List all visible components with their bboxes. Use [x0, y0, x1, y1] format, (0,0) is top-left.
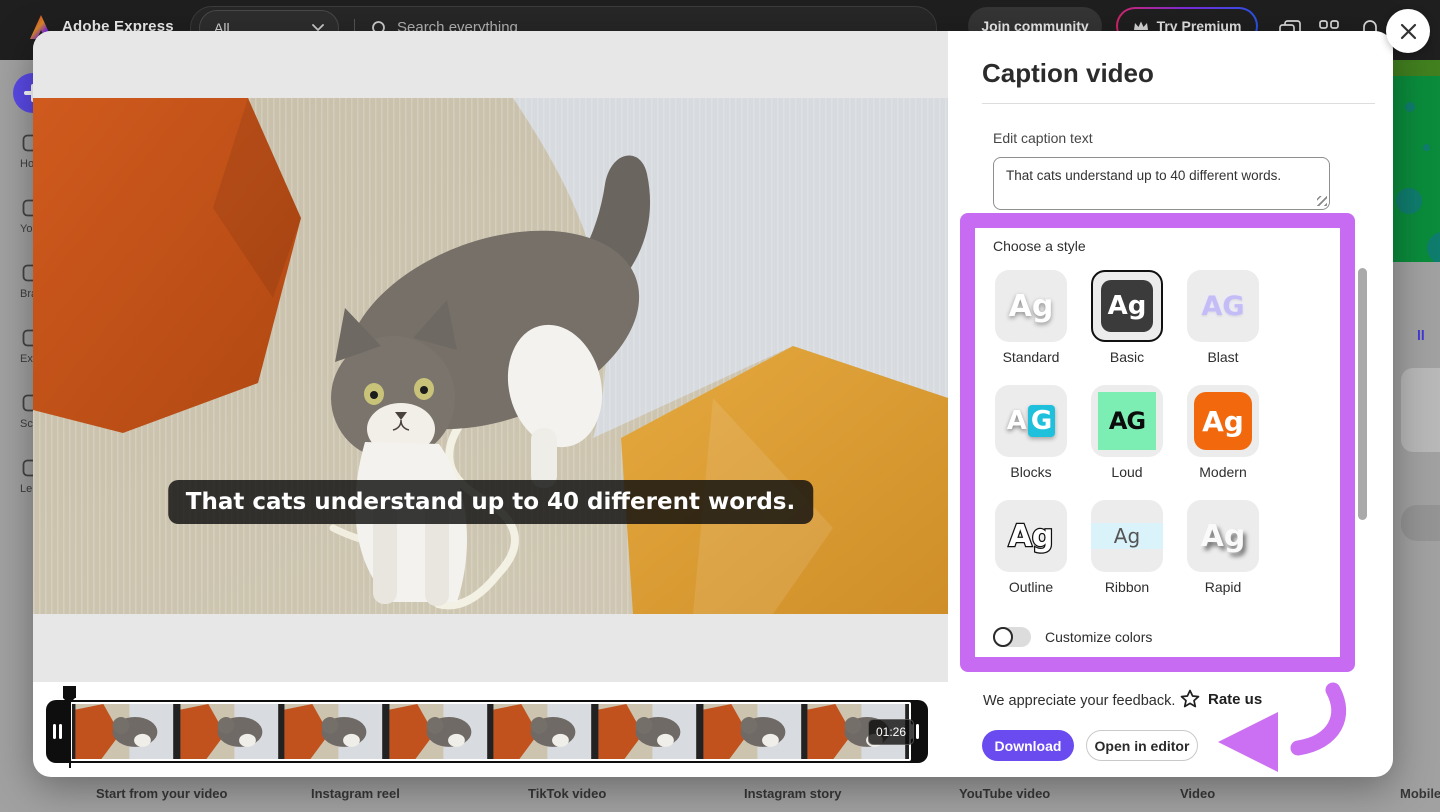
style-option-blast[interactable]: AG	[1187, 270, 1259, 342]
sidebar-item-label: You	[20, 223, 33, 235]
brands-icon	[22, 264, 33, 282]
style-option-ribbon[interactable]: Ag	[1091, 500, 1163, 572]
template-category-label[interactable]: Video	[1180, 786, 1215, 801]
annotation-arrow	[1200, 668, 1350, 777]
caption-text-input[interactable]: That cats understand up to 40 different …	[993, 157, 1330, 210]
sidebar-item-label: Le	[20, 483, 33, 495]
panel-scrollbar[interactable]	[1358, 268, 1367, 520]
timeline-thumbnail[interactable]	[386, 704, 491, 759]
panel-divider	[982, 103, 1375, 104]
style-glyph: Ag	[1114, 524, 1140, 548]
sidebar-item-label: Exp	[20, 353, 33, 365]
panel-title: Caption video	[982, 58, 1154, 89]
sidebar-item-label: Sch	[20, 418, 33, 430]
style-option-label: Outline	[983, 579, 1079, 595]
style-glyph: Ag	[1202, 405, 1244, 438]
style-option-blocks[interactable]: AG	[995, 385, 1067, 457]
template-category-label[interactable]: Start from your video	[96, 786, 227, 801]
template-category-label[interactable]: Instagram reel	[311, 786, 400, 801]
sidebar-item[interactable]: Le	[0, 459, 33, 495]
timeline-thumbnail[interactable]	[281, 704, 386, 759]
style-option-label: Modern	[1175, 464, 1271, 480]
style-option-label: Standard	[983, 349, 1079, 365]
video-preview[interactable]: That cats understand up to 40 different …	[33, 98, 948, 614]
video-frame-cat-scene	[33, 98, 948, 614]
trim-handle-left[interactable]	[53, 724, 56, 739]
style-option-label: Blast	[1175, 349, 1271, 365]
timeline-thumbnail[interactable]	[490, 704, 595, 759]
style-option-label: Blocks	[983, 464, 1079, 480]
timeline-thumbnail[interactable]	[700, 704, 805, 759]
style-glyph: AG	[1109, 407, 1145, 435]
timeline-thumbnail[interactable]	[595, 704, 700, 759]
style-option-label: Ribbon	[1079, 579, 1175, 595]
feedback-text: We appreciate your feedback.	[983, 693, 1175, 709]
template-category-label[interactable]: YouTube video	[959, 786, 1050, 801]
view-all-link[interactable]: ll	[1417, 327, 1425, 343]
explore-icon	[22, 329, 33, 347]
background-hero-image	[1393, 60, 1440, 262]
sidebar-item[interactable]: Sch	[0, 394, 33, 430]
sidebar-item[interactable]: Bra	[0, 264, 33, 300]
star-icon	[1180, 689, 1200, 709]
customize-colors-label: Customize colors	[1045, 629, 1152, 645]
style-glyph: Ag	[1009, 519, 1054, 554]
timeline-thumbnail[interactable]	[72, 704, 177, 759]
choose-style-label: Choose a style	[993, 238, 1086, 254]
style-option-outline[interactable]: Ag	[995, 500, 1067, 572]
sidebar-item[interactable]: Exp	[0, 329, 33, 365]
sidebar-item-label: Ho	[20, 158, 33, 170]
style-option-basic[interactable]: Ag	[1091, 270, 1163, 342]
style-glyph: Ag	[1009, 289, 1054, 324]
template-category-label[interactable]: Mobile vid	[1400, 786, 1440, 801]
template-category-row: Start from your video Instagram reel TikTo…	[0, 786, 1440, 806]
timeline-thumbnail[interactable]	[177, 704, 282, 759]
sidebar-item[interactable]: You	[0, 199, 33, 235]
style-glyph: Ag	[1201, 519, 1246, 554]
background-card	[1401, 368, 1440, 452]
template-category-label[interactable]: Instagram story	[744, 786, 842, 801]
style-option-modern[interactable]: Ag	[1187, 385, 1259, 457]
home-icon	[22, 134, 33, 152]
timeline-track[interactable]	[46, 700, 928, 763]
customize-colors-toggle[interactable]	[993, 627, 1031, 647]
style-option-label: Loud	[1079, 464, 1175, 480]
style-option-loud[interactable]: AG	[1091, 385, 1163, 457]
open-in-editor-button[interactable]: Open in editor	[1086, 730, 1198, 761]
close-icon	[1400, 23, 1417, 40]
style-glyph: AG	[1007, 406, 1055, 436]
schedule-icon	[22, 394, 33, 412]
duration-badge: 01:26	[868, 719, 914, 745]
trim-handle-right[interactable]	[916, 724, 919, 739]
rate-us-button[interactable]: Rate us	[1180, 689, 1262, 709]
textarea-resize-handle[interactable]	[1317, 196, 1327, 206]
learn-icon	[22, 459, 33, 477]
toggle-knob[interactable]	[993, 627, 1013, 647]
style-glyph: AG	[1201, 291, 1244, 322]
your-stuff-icon	[22, 199, 33, 217]
sidebar-item[interactable]: Ho	[0, 134, 33, 170]
template-category-label[interactable]: TikTok video	[528, 786, 606, 801]
download-button[interactable]: Download	[982, 730, 1074, 761]
style-glyph: Ag	[1108, 291, 1147, 321]
style-option-standard[interactable]: Ag	[995, 270, 1067, 342]
style-option-label: Rapid	[1175, 579, 1271, 595]
style-option-rapid[interactable]: Ag	[1187, 500, 1259, 572]
timeline-thumbnails[interactable]	[70, 702, 911, 761]
sidebar-item-label: Bra	[20, 288, 33, 300]
caption-overlay[interactable]: That cats understand up to 40 different …	[168, 480, 813, 524]
style-option-label: Basic	[1079, 349, 1175, 365]
trim-handle-left[interactable]	[59, 724, 62, 739]
app-stage: Adobe Express All Search everything Join…	[0, 0, 1440, 812]
close-modal-button[interactable]	[1386, 9, 1430, 53]
background-card	[1401, 505, 1440, 541]
playhead-handle[interactable]	[63, 686, 76, 698]
edit-caption-label: Edit caption text	[993, 130, 1093, 146]
caption-video-modal: That cats understand up to 40 different …	[33, 31, 1393, 777]
